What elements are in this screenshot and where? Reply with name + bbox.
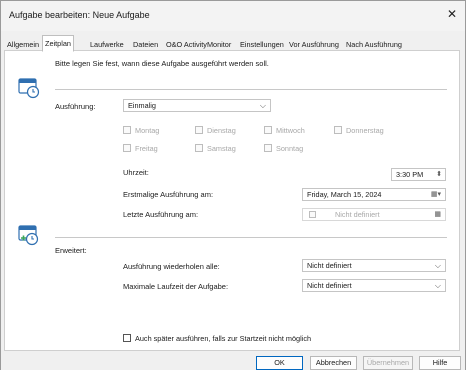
first-run-label: Erstmalige Ausführung am:	[123, 190, 214, 199]
checkbox-mittwoch[interactable]	[264, 126, 272, 134]
max-runtime-value: Nicht definiert	[307, 281, 352, 290]
time-label: Uhrzeit:	[123, 168, 149, 177]
repeat-select[interactable]: Nicht definiert ⌵	[302, 259, 446, 272]
window-title: Aufgabe bearbeiten: Neue Aufgabe	[9, 10, 150, 20]
checkbox-sonntag[interactable]	[264, 144, 272, 152]
task-edit-dialog: Aufgabe bearbeiten: Neue Aufgabe ✕ Allge…	[0, 0, 466, 370]
last-run-datepicker: Nicht definiert ▦	[302, 208, 446, 221]
schedule-intro: Bitte legen Sie fest, wann diese Aufgabe…	[55, 59, 269, 68]
apply-button: Übernehmen	[363, 356, 413, 370]
zeitplan-panel: Bitte legen Sie fest, wann diese Aufgabe…	[4, 50, 460, 351]
execution-select[interactable]: Einmalig ⌵	[123, 99, 271, 112]
calendar-dropdown-icon[interactable]: ▦▾	[431, 189, 441, 200]
last-run-checkbox	[309, 211, 316, 218]
advanced-label: Erweitert:	[55, 246, 87, 255]
tab-zeitplan[interactable]: Zeitplan	[42, 35, 74, 52]
day-label-donnerstag: Donnerstag	[346, 126, 384, 135]
last-run-value: Nicht definiert	[335, 210, 380, 219]
last-run-label: Letzte Ausführung am:	[123, 210, 199, 219]
max-runtime-select[interactable]: Nicht definiert ⌵	[302, 279, 446, 292]
day-label-freitag: Freitag	[135, 144, 158, 153]
spinner-icon[interactable]: ⬍	[436, 169, 442, 180]
time-picker[interactable]: 3:30 PM ⬍	[391, 168, 446, 181]
checkbox-donnerstag[interactable]	[334, 126, 342, 134]
time-value: 3:30 PM	[396, 170, 424, 179]
cancel-button[interactable]: Abbrechen	[310, 356, 357, 370]
calendar-icon: ▦	[434, 211, 441, 218]
max-runtime-label: Maximale Laufzeit der Aufgabe:	[123, 282, 229, 291]
first-run-value: Friday, March 15, 2024	[307, 190, 382, 199]
calendar-repeat-icon	[18, 225, 39, 246]
divider	[55, 89, 447, 90]
day-label-samstag: Samstag	[207, 144, 236, 153]
checkbox-montag[interactable]	[123, 126, 131, 134]
execution-label: Ausführung:	[55, 102, 96, 111]
execution-value: Einmalig	[128, 101, 156, 110]
help-button[interactable]: Hilfe	[419, 356, 461, 370]
divider	[55, 237, 447, 238]
close-icon[interactable]: ✕	[447, 7, 457, 21]
run-later-checkbox[interactable]	[123, 334, 131, 342]
day-label-montag: Montag	[135, 126, 160, 135]
calendar-clock-icon	[18, 78, 40, 99]
chevron-down-icon: ⌵	[434, 261, 441, 270]
chevron-down-icon: ⌵	[259, 101, 266, 110]
day-label-dienstag: Dienstag	[207, 126, 236, 135]
ok-button[interactable]: OK	[256, 356, 303, 370]
first-run-datepicker[interactable]: Friday, March 15, 2024 ▦▾	[302, 188, 446, 201]
day-label-sonntag: Sonntag	[276, 144, 304, 153]
checkbox-samstag[interactable]	[195, 144, 203, 152]
run-later-label: Auch später ausführen, falls zur Startze…	[135, 334, 312, 343]
repeat-label: Ausführung wiederholen alle:	[123, 262, 220, 271]
checkbox-dienstag[interactable]	[195, 126, 203, 134]
repeat-value: Nicht definiert	[307, 261, 352, 270]
chevron-down-icon: ⌵	[434, 281, 441, 290]
title-bar: Aufgabe bearbeiten: Neue Aufgabe ✕	[1, 1, 465, 31]
checkbox-freitag[interactable]	[123, 144, 131, 152]
day-label-mittwoch: Mittwoch	[276, 126, 305, 135]
